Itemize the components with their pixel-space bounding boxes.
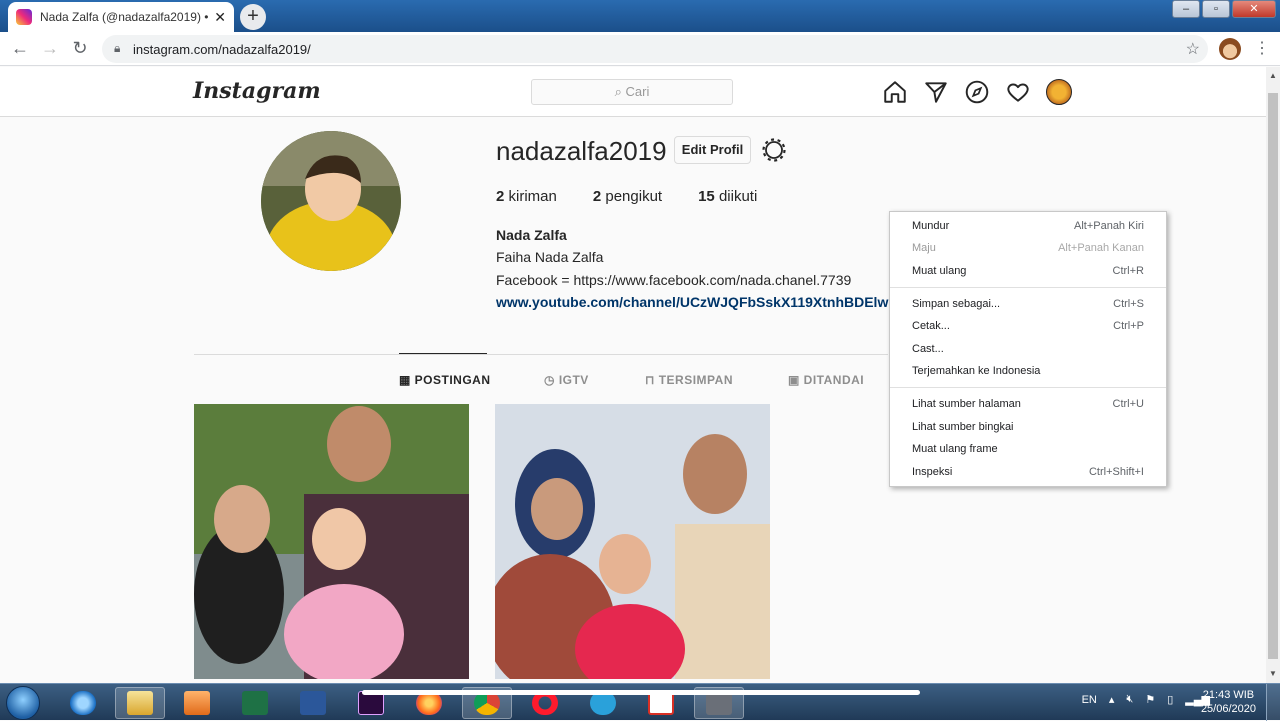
activity-heart-icon[interactable]	[1005, 79, 1031, 105]
video-progress-overlay	[362, 690, 920, 695]
post-thumbnail[interactable]	[495, 404, 770, 679]
show-desktop-button[interactable]	[1266, 684, 1280, 721]
direct-message-icon[interactable]	[923, 79, 949, 105]
profile-stats: 2 kiriman 2 pengikut 15 diikuti	[496, 188, 793, 205]
browser-toolbar: ← → ↻ 🔒︎ instagram.com/nadazalfa2019/ ☆	[0, 32, 1280, 66]
forward-arrow-icon[interactable]: →	[39, 38, 61, 59]
menu-item-back[interactable]: Mundur Alt+Panah Kiri	[890, 215, 1166, 237]
page-scrollbar[interactable]: ▲ ▼	[1266, 67, 1280, 683]
menu-separator	[890, 287, 1166, 288]
windows-taskbar: EN ▴ 🔇︎ ⚑ ▯ ▂▄▆ 21:43 WIB 25/06/2020	[0, 683, 1280, 721]
address-bar[interactable]: 🔒︎ instagram.com/nadazalfa2019/ ☆	[102, 35, 1208, 63]
tab-title: Nada Zalfa (@nadazalfa2019) • F	[40, 10, 209, 24]
scroll-up-arrow-icon[interactable]: ▲	[1266, 69, 1280, 83]
tab-igtv[interactable]: ◷ IGTV	[544, 373, 589, 387]
profile-bio-line: Facebook = https://www.facebook.com/nada…	[496, 272, 852, 288]
scroll-down-arrow-icon[interactable]: ▼	[1266, 667, 1280, 681]
menu-item-reload[interactable]: Muat ulang Ctrl+R	[890, 260, 1166, 282]
igtv-icon: ◷	[544, 373, 559, 387]
profile-full-name: Nada Zalfa	[496, 227, 567, 243]
start-button[interactable]	[6, 686, 40, 720]
following-stat[interactable]: 15 diikuti	[698, 188, 757, 205]
profile-bio-line: Faiha Nada Zalfa	[496, 249, 604, 265]
instagram-logo[interactable]: Instagram	[193, 78, 321, 104]
excel-icon[interactable]	[230, 687, 280, 719]
scrollbar-thumb[interactable]	[1268, 93, 1278, 659]
lock-icon: 🔒︎	[114, 41, 121, 55]
menu-item-save-as[interactable]: Simpan sebagai... Ctrl+S	[890, 293, 1166, 315]
browser-tab[interactable]: Nada Zalfa (@nadazalfa2019) • F ✕	[8, 2, 234, 32]
word-icon[interactable]	[288, 687, 338, 719]
media-player-icon[interactable]	[172, 687, 222, 719]
profile-photo[interactable]	[261, 131, 401, 271]
window-controls: – ▫ ✕	[1170, 0, 1276, 18]
browser-profile-avatar[interactable]	[1219, 38, 1241, 60]
menu-separator	[890, 387, 1166, 388]
minimize-button[interactable]: –	[1172, 0, 1200, 18]
posts-stat: 2 kiriman	[496, 188, 557, 205]
back-arrow-icon[interactable]: ←	[9, 38, 31, 59]
post-thumbnail[interactable]	[194, 404, 469, 679]
reload-icon[interactable]: ↻	[69, 38, 91, 59]
menu-item-view-source[interactable]: Lihat sumber halaman Ctrl+U	[890, 393, 1166, 415]
active-tab-indicator	[399, 353, 487, 354]
battery-icon[interactable]: ▯	[1167, 693, 1173, 706]
menu-item-inspect[interactable]: Inspeksi Ctrl+Shift+I	[890, 461, 1166, 483]
context-menu: Mundur Alt+Panah Kiri Maju Alt+Panah Kanan…	[889, 211, 1167, 487]
tagged-person-icon: ▣	[788, 373, 804, 387]
clock-time: 21:43 WIB	[1202, 689, 1255, 701]
header-nav-icons	[882, 79, 1072, 105]
tab-saved[interactable]: ⊓ TERSIMPAN	[645, 373, 733, 387]
system-tray: EN ▴ 🔇︎ ⚑ ▯ ▂▄▆	[1070, 693, 1210, 706]
search-icon: ⌕	[614, 84, 622, 99]
profile-username: nadazalfa2019	[496, 136, 667, 166]
instagram-favicon-icon	[16, 9, 32, 25]
taskbar-clock[interactable]: 21:43 WIB 25/06/2020	[1201, 688, 1256, 716]
maximize-button[interactable]: ▫	[1202, 0, 1230, 18]
action-center-flag-icon[interactable]: ⚑	[1145, 693, 1155, 706]
browser-tab-strip: Nada Zalfa (@nadazalfa2019) • F ✕ + – ▫ …	[0, 0, 1280, 32]
browser-menu-icon[interactable]: ⋮	[1254, 38, 1270, 58]
home-icon[interactable]	[882, 79, 908, 105]
url-text: instagram.com/nadazalfa2019/	[133, 42, 311, 57]
tab-posts[interactable]: ▦ POSTINGAN	[399, 373, 491, 387]
tab-tagged[interactable]: ▣ DITANDAI	[788, 373, 864, 387]
search-placeholder: Cari	[625, 84, 650, 99]
grid-icon: ▦	[399, 373, 415, 387]
menu-item-forward: Maju Alt+Panah Kanan	[912, 242, 1144, 254]
internet-explorer-icon[interactable]	[58, 687, 108, 719]
language-indicator[interactable]: EN	[1082, 694, 1097, 706]
profile-website-link[interactable]: www.youtube.com/channel/UCzWJQFbSskX119X…	[496, 294, 889, 310]
menu-item-cast[interactable]: Cast...	[890, 338, 1166, 360]
close-window-button[interactable]: ✕	[1232, 0, 1276, 18]
menu-item-view-frame-source[interactable]: Lihat sumber bingkai	[890, 416, 1166, 438]
menu-item-reload-frame[interactable]: Muat ulang frame	[890, 438, 1166, 460]
followers-stat[interactable]: 2 pengikut	[593, 188, 662, 205]
tabs-divider	[194, 354, 888, 355]
menu-item-print[interactable]: Cetak... Ctrl+P	[890, 315, 1166, 337]
profile-avatar-icon[interactable]	[1046, 79, 1072, 105]
search-input[interactable]: ⌕ Cari	[531, 79, 733, 105]
volume-muted-icon[interactable]: 🔇︎	[1126, 693, 1133, 706]
menu-item-translate[interactable]: Terjemahkan ke Indonesia	[890, 360, 1166, 382]
explore-compass-icon[interactable]	[964, 79, 990, 105]
clock-date: 25/06/2020	[1200, 703, 1256, 715]
edit-profile-button[interactable]: Edit Profil	[674, 136, 751, 164]
bookmark-star-icon[interactable]: ☆	[1186, 39, 1200, 59]
new-tab-button[interactable]: +	[240, 4, 266, 30]
show-hidden-icons-icon[interactable]: ▴	[1109, 693, 1115, 706]
settings-gear-icon[interactable]	[762, 138, 786, 162]
file-explorer-icon[interactable]	[115, 687, 165, 719]
instagram-header: Instagram ⌕ Cari	[0, 67, 1266, 117]
close-tab-icon[interactable]: ✕	[214, 9, 226, 26]
bookmark-icon: ⊓	[645, 373, 659, 387]
